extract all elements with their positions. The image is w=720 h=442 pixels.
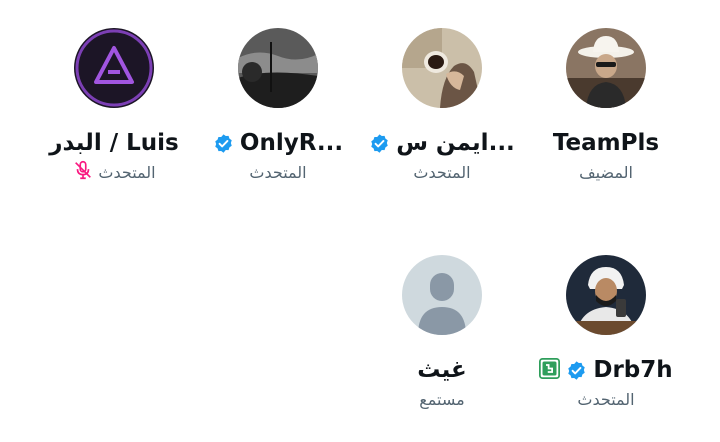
participant-name: Drb7h [593, 357, 673, 383]
night-sky-avatar-icon [238, 28, 318, 108]
participant-card-ghaith[interactable]: غيث مستمع [362, 255, 522, 411]
mic-muted-icon [72, 159, 94, 185]
verified-badge-icon [566, 360, 587, 381]
participant-card-teampls[interactable]: TeamPls المضيف [526, 28, 686, 184]
participant-role: المضيف [579, 162, 633, 182]
avatar[interactable] [238, 28, 318, 108]
participant-card-ayman[interactable]: ايمن س... المتحدث [362, 28, 522, 184]
verified-badge-icon [213, 133, 234, 154]
purple-logo-avatar-icon [74, 28, 154, 108]
participant-name: OnlyR... [239, 130, 344, 156]
verified-badge-icon [369, 133, 390, 154]
participant-role: المتحدث [98, 162, 156, 182]
green-app-badge-icon [539, 357, 561, 383]
participant-card-drb7h[interactable]: Drb7h المتحدث [526, 255, 686, 411]
participant-name: TeamPls [552, 130, 660, 156]
coffee-hand-avatar-icon [402, 28, 482, 108]
participant-name: غيث [417, 357, 467, 383]
avatar[interactable] [402, 28, 482, 108]
avatar[interactable] [566, 255, 646, 335]
participant-role: المتحدث [577, 389, 635, 409]
avatar[interactable] [402, 255, 482, 335]
participant-role: مستمع [419, 389, 465, 409]
participant-name: ايمن س... [396, 130, 515, 156]
default-person-avatar-icon [402, 255, 482, 335]
participant-card-onlyr[interactable]: OnlyR... المتحدث [198, 28, 358, 184]
participant-role: المتحدث [413, 162, 471, 182]
cowboy-hat-avatar-icon [566, 28, 646, 108]
avatar[interactable] [74, 28, 154, 108]
participant-card-albadr-luis[interactable]: البدر / Luis المتحدث [34, 28, 194, 184]
participant-name: البدر / Luis [49, 130, 179, 156]
man-with-mic-avatar-icon [566, 255, 646, 335]
participant-role: المتحدث [249, 162, 307, 182]
avatar[interactable] [566, 28, 646, 108]
